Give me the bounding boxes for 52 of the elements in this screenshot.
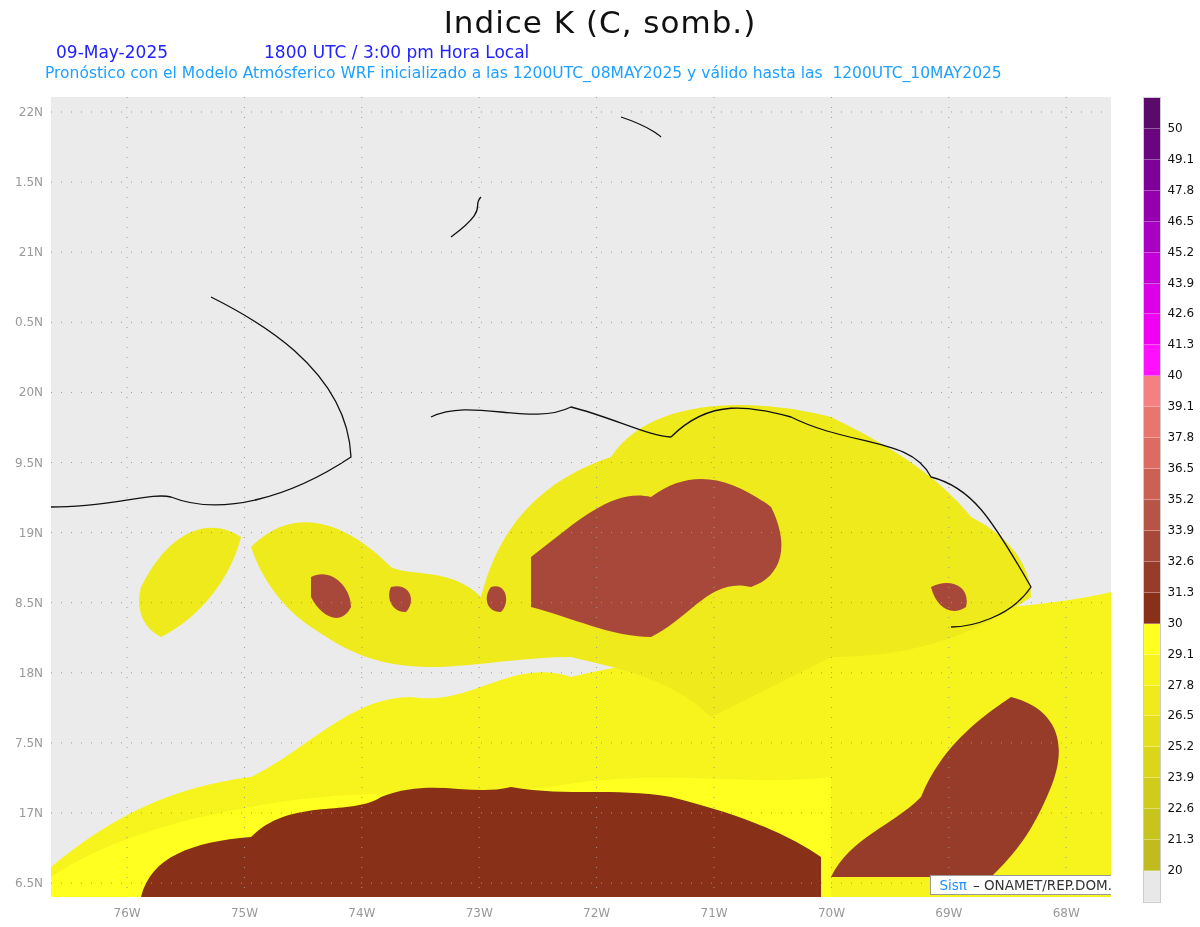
color-scale-label: 40 [1167, 368, 1183, 383]
color-scale-label: 43.9 [1167, 275, 1195, 290]
longitude-label: 76W [113, 906, 141, 920]
color-scale-label: 31.3 [1167, 584, 1195, 599]
longitude-label: 71W [700, 906, 728, 920]
longitude-label: 74W [348, 906, 376, 920]
agency-text: – ONAMET/REP.DOM. [972, 877, 1112, 893]
latitude-label: 8.5N [15, 595, 44, 610]
color-scale-label: 25.2 [1167, 739, 1195, 754]
color-scale-label: 23.9 [1167, 770, 1195, 785]
latitude-label: 19N [18, 525, 44, 540]
color-scale-label: 35.2 [1167, 492, 1195, 506]
longitude-label: 70W [817, 906, 846, 920]
color-scale-label: 49.1 [1167, 151, 1195, 166]
map-title: Indice K (C, somb.) [442, 3, 758, 42]
longitude-label: 73W [465, 906, 493, 920]
color-scale-label: 32.6 [1167, 553, 1195, 568]
color-scale-label: 45.2 [1167, 244, 1195, 259]
color-scale-label: 26.5 [1167, 708, 1195, 723]
color-scale-label: 36.5 [1167, 461, 1195, 476]
model-subtitle: Pronóstico con el Modelo Atmósferico WRF inicializado a las 1200UTC_08MAY2025 y válido hasta las 1200UTC_10MAY2025 [44, 63, 1003, 84]
latitude-label: 20N [18, 385, 44, 400]
color-scale-label: 33.9 [1167, 522, 1195, 537]
color-scale-label: 42.6 [1167, 306, 1195, 321]
latitude-label: 21N [18, 245, 44, 260]
latitude-label: 6.5N [15, 876, 44, 891]
color-scale-label: 29.1 [1167, 646, 1195, 661]
color-scale-label: 21.3 [1167, 832, 1195, 847]
longitude-label: 68W [1052, 906, 1080, 920]
latitude-label: 18N [18, 665, 44, 680]
latitude-label: 1.5N [15, 175, 44, 190]
latitude-label: 9.5N [15, 455, 44, 470]
color-scale-label: 47.8 [1167, 182, 1195, 197]
latitude-label: 7.5N [15, 735, 44, 750]
longitude-label: 75W [230, 906, 259, 920]
color-scale-label: 39.1 [1167, 399, 1195, 414]
color-scale-label: 20 [1167, 863, 1183, 878]
color-scale-label: 22.6 [1167, 801, 1195, 816]
forecast-date: 09-May-2025 [56, 42, 168, 62]
latitude-label: 17N [18, 806, 44, 820]
sistema-logo-text: Sisπ [939, 877, 967, 893]
latitude-label: 0.5N [15, 315, 44, 330]
longitude-label: 72W [583, 906, 611, 920]
longitude-label: 69W [935, 906, 963, 920]
color-scale-label: 50 [1167, 120, 1183, 135]
forecast-time: 1800 UTC / 3:00 pm Hora Local [264, 42, 530, 62]
color-scale-label: 41.3 [1167, 337, 1195, 352]
color-scale-label: 30 [1167, 615, 1183, 630]
latitude-label: 22N [18, 105, 44, 119]
color-scale-label: 37.8 [1167, 430, 1195, 445]
color-scale-label: 27.8 [1167, 677, 1195, 692]
color-scale-label: 46.5 [1167, 213, 1195, 228]
